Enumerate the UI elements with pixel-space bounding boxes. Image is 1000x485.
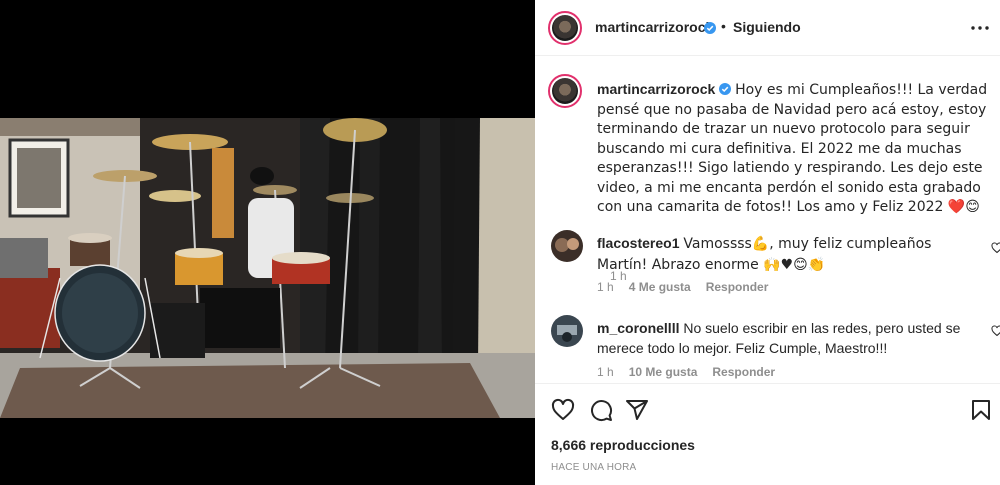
author-avatar[interactable]: [548, 11, 582, 45]
caption-text-block: martincarrizorock Hoy es mi Cumpleaños!!…: [597, 80, 992, 217]
video-player[interactable]: [0, 118, 535, 418]
bookmark-icon[interactable]: [969, 398, 993, 422]
comment-time[interactable]: 1 h: [597, 280, 614, 294]
reply-button[interactable]: Responder: [706, 280, 769, 294]
comment-like-heart-icon[interactable]: [991, 325, 1000, 337]
drum-video-frame: [0, 118, 535, 418]
verified-badge-icon: [719, 83, 732, 95]
comment-like-heart-icon[interactable]: [991, 242, 1000, 254]
post-details-panel: martincarrizorock • Siguiendo martincarr…: [535, 0, 1000, 485]
comment-text: flacostereo1 Vamossss💪, muy feliz cumple…: [597, 233, 962, 275]
more-options-icon[interactable]: [971, 26, 989, 30]
commenter-username[interactable]: m_coronellll: [597, 320, 679, 336]
comment-time[interactable]: 1 h: [597, 365, 614, 379]
commenter-avatar[interactable]: [551, 230, 583, 262]
comment-meta: 1 h 10 Me gusta Responder: [597, 365, 790, 379]
comment-text: m_coronellll No suelo escribir en las re…: [597, 318, 962, 358]
post-header: martincarrizorock • Siguiendo: [535, 0, 1000, 56]
commenter-avatar[interactable]: [551, 315, 583, 347]
header-separator: •: [721, 18, 726, 34]
share-icon[interactable]: [625, 398, 649, 422]
comment-likes[interactable]: 10 Me gusta: [629, 365, 698, 379]
comment-likes[interactable]: 4 Me gusta: [629, 280, 691, 294]
post-actions: 8,666 reproducciones HACE UNA HORA: [535, 383, 1000, 485]
caption-body: Hoy es mi Cumpleaños!!! La verdad pensé …: [597, 82, 988, 215]
following-button[interactable]: Siguiendo: [733, 19, 801, 35]
author-username[interactable]: martincarrizorock: [595, 19, 713, 35]
reply-button[interactable]: Responder: [712, 365, 775, 379]
caption-author-username[interactable]: martincarrizorock: [597, 81, 715, 97]
post-age[interactable]: HACE UNA HORA: [551, 462, 636, 473]
caption-author-avatar[interactable]: [548, 74, 582, 108]
verified-badge-icon: [704, 22, 716, 34]
commenter-username[interactable]: flacostereo1: [597, 235, 679, 251]
heart-icon[interactable]: [551, 398, 575, 422]
view-count[interactable]: 8,666 reproducciones: [551, 437, 695, 453]
comment-icon[interactable]: [589, 398, 613, 422]
comment-meta: 1 h 4 Me gusta Responder: [597, 280, 783, 294]
post-media[interactable]: [0, 0, 535, 485]
